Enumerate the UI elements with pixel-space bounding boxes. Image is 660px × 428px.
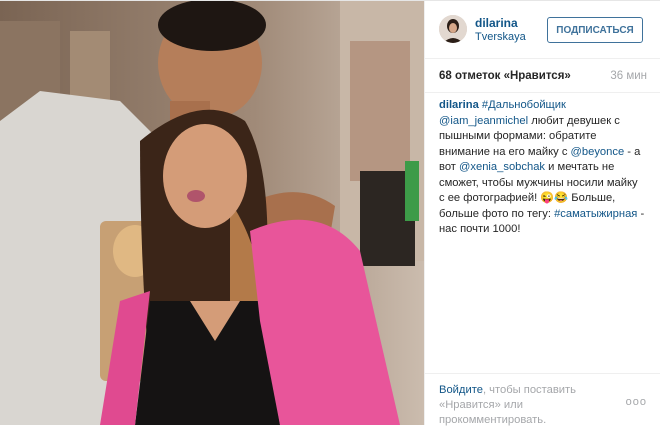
login-prompt: Войдите, чтобы поставить «Нравится» или … [439,383,629,428]
mention-link[interactable]: @beyonce [571,146,625,158]
post-sidebar: dilarina Tverskaya ПОДПИСАТЬСЯ 68 отмето… [424,1,660,428]
instagram-post: dilarina Tverskaya ПОДПИСАТЬСЯ 68 отмето… [0,0,660,428]
follow-button[interactable]: ПОДПИСАТЬСЯ [547,17,643,43]
mention-link[interactable]: @xenia_sobchak [459,161,545,173]
post-caption: dilarina #Дальнобойщик @iam_jeanmichel л… [439,98,645,238]
username-link[interactable]: dilarina [475,16,518,30]
location-link[interactable]: Tverskaya [475,31,526,43]
photo-illustration [0,1,424,425]
avatar-icon [439,15,467,43]
post-header: dilarina Tverskaya ПОДПИСАТЬСЯ [425,1,660,59]
post-time[interactable]: 36 мин [610,70,647,82]
mention-link[interactable]: @iam_jeanmichel [439,115,528,127]
caption-author-link[interactable]: dilarina [439,99,479,111]
more-options-icon[interactable]: ooo [626,396,647,408]
hashtag-link[interactable]: #саматыжирная [554,208,637,220]
login-link[interactable]: Войдите [439,384,483,396]
post-photo[interactable] [0,1,424,425]
post-footer: Войдите, чтобы поставить «Нравится» или … [425,373,660,428]
post-meta: 68 отметок «Нравится» 36 мин [425,59,660,93]
hashtag-link[interactable]: #Дальнобойщик [482,99,566,111]
likes-count[interactable]: 68 отметок «Нравится» [439,70,571,82]
avatar[interactable] [439,15,467,43]
